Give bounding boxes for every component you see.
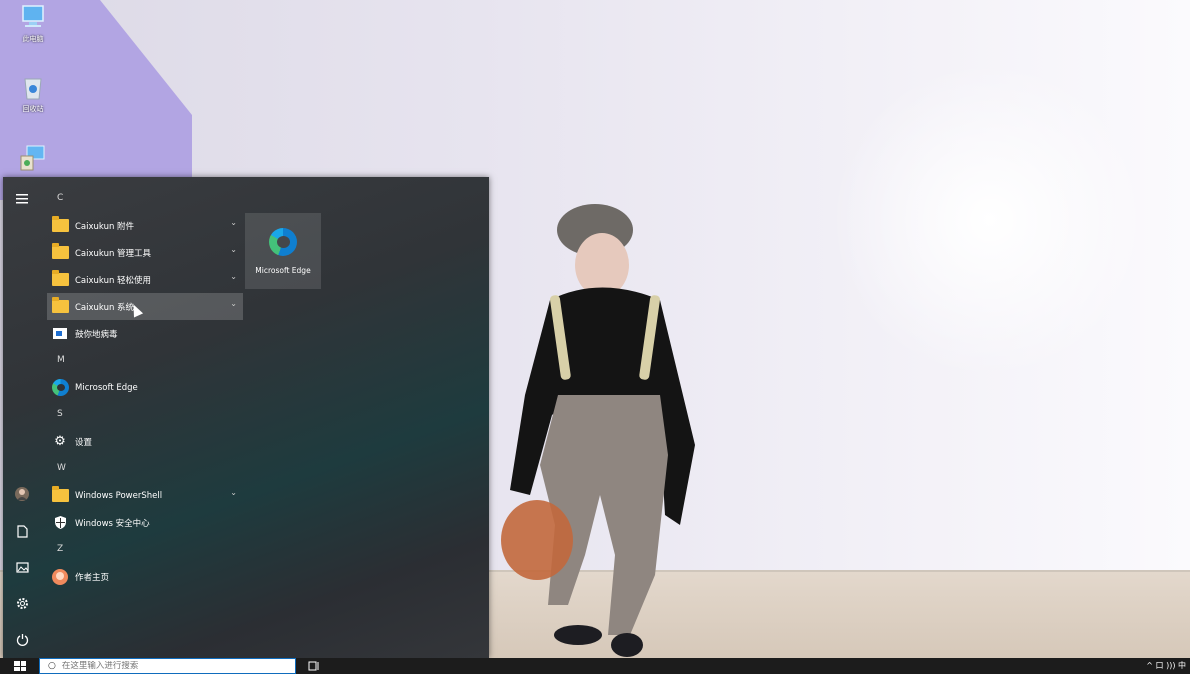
start-rail: [3, 177, 41, 658]
hamburger-menu-icon[interactable]: [8, 185, 36, 213]
app-item-caixukun-system[interactable]: Caixukun 系统 ⌄: [47, 293, 243, 320]
chevron-down-icon: ⌄: [230, 218, 237, 227]
pictures-icon[interactable]: [8, 553, 36, 581]
app-item-label: Windows 安全中心: [75, 518, 150, 529]
start-menu: C Caixukun 附件 ⌄ Caixukun 管理工具 ⌄ Caixukun…: [3, 177, 489, 658]
group-header-m[interactable]: M: [47, 347, 243, 374]
app-item-label: Caixukun 轻松使用: [75, 275, 152, 286]
tile-microsoft-edge[interactable]: Microsoft Edge: [245, 213, 321, 289]
app-item-caixukun-admin-tools[interactable]: Caixukun 管理工具 ⌄: [47, 239, 243, 266]
desktop-icon-this-pc[interactable]: 此电脑: [14, 2, 52, 44]
app-item-label: Caixukun 附件: [75, 221, 135, 232]
chevron-down-icon: ⌄: [230, 245, 237, 254]
folder-icon: [51, 270, 69, 286]
taskbar-search[interactable]: ○: [39, 658, 296, 674]
recycle-bin-icon: [24, 78, 42, 100]
chevron-down-icon: ⌄: [230, 488, 237, 497]
wall-light: [830, 60, 1150, 380]
settings-icon[interactable]: [8, 589, 36, 617]
group-header-s[interactable]: S: [47, 401, 243, 428]
author-icon: [51, 568, 69, 585]
edge-icon: [51, 379, 69, 396]
task-view-icon[interactable]: [308, 661, 320, 671]
app-item-microsoft-edge[interactable]: Microsoft Edge: [47, 374, 243, 401]
chevron-down-icon: ⌄: [230, 272, 237, 281]
app-item-label: Microsoft Edge: [75, 382, 138, 393]
app-item-caixukun-accessories[interactable]: Caixukun 附件 ⌄: [47, 212, 243, 239]
tile-label: Microsoft Edge: [255, 265, 311, 275]
edge-icon: [269, 227, 297, 256]
desktop-icon-label: 回收站: [22, 105, 44, 113]
folder-icon: [51, 486, 69, 502]
shield-icon: [51, 516, 69, 530]
power-icon[interactable]: [8, 625, 36, 653]
app-item-label: Caixukun 系统: [75, 302, 135, 313]
desktop-icon-control-panel[interactable]: [14, 142, 52, 172]
app-list: C Caixukun 附件 ⌄ Caixukun 管理工具 ⌄ Caixukun…: [47, 185, 243, 590]
chevron-down-icon: ⌄: [230, 299, 237, 308]
folder-icon: [51, 216, 69, 232]
computer-icon: [22, 5, 44, 27]
desktop-icon-recycle-bin[interactable]: 回收站: [14, 72, 52, 114]
app-item-label: 作者主页: [75, 572, 110, 583]
app-item-label: 鼓你地病毒: [75, 329, 118, 340]
app-item-caixukun-ease-of-access[interactable]: Caixukun 轻松使用 ⌄: [47, 266, 243, 293]
search-icon: ○: [48, 661, 56, 671]
app-item-windows-powershell[interactable]: Windows PowerShell ⌄: [47, 482, 243, 509]
search-input[interactable]: [61, 661, 282, 671]
desktop-icon-label: 此电脑: [22, 35, 44, 43]
group-header-z[interactable]: Z: [47, 536, 243, 563]
app-item-label: Windows PowerShell: [75, 490, 163, 501]
group-header-w[interactable]: W: [47, 455, 243, 482]
control-panel-icon: [20, 145, 45, 171]
taskbar: ○ ^ 口 ))) 中: [0, 658, 1190, 674]
folder-icon: [51, 297, 69, 313]
dancer-figure: [501, 204, 695, 657]
app-item-author-home[interactable]: 作者主页: [47, 563, 243, 590]
app-item-virus[interactable]: 鼓你地病毒: [47, 320, 243, 347]
app-icon: [51, 327, 69, 341]
folder-icon: [51, 243, 69, 259]
app-item-windows-security[interactable]: Windows 安全中心: [47, 509, 243, 536]
documents-icon[interactable]: [8, 517, 36, 545]
app-item-label: Caixukun 管理工具: [75, 248, 152, 259]
start-button[interactable]: [14, 661, 26, 671]
user-avatar[interactable]: [8, 480, 36, 508]
system-tray[interactable]: ^ 口 ))) 中: [1146, 660, 1186, 671]
gear-icon: ⚙: [54, 434, 66, 449]
app-item-settings[interactable]: ⚙ 设置: [47, 428, 243, 455]
group-header-c[interactable]: C: [47, 185, 243, 212]
app-item-label: 设置: [75, 437, 93, 448]
